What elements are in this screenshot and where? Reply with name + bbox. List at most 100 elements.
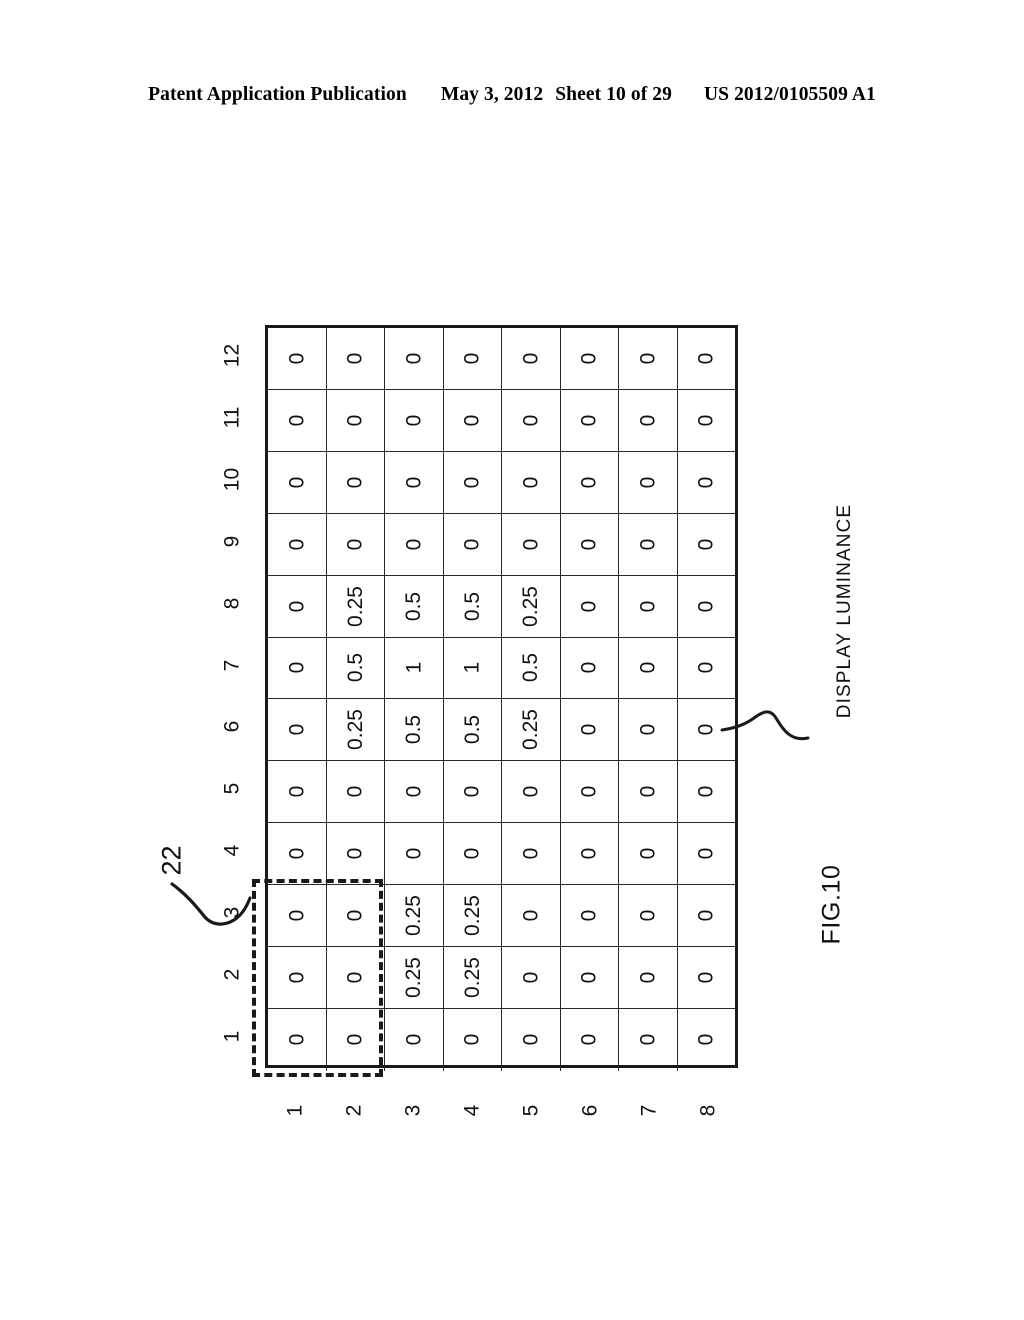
cell-value: 0.25 <box>519 709 543 751</box>
grid-cell: 0.5 <box>444 575 502 637</box>
grid-cell: 0 <box>502 885 561 947</box>
cell-value: 0 <box>519 847 543 860</box>
cell-value: 0 <box>636 724 660 736</box>
cell-value: 0 <box>402 414 426 427</box>
row-label-5: 5 <box>519 1104 543 1117</box>
cell-value: 0 <box>636 352 660 365</box>
grid-cell: 0 <box>444 1008 502 1071</box>
cell-value: 0 <box>636 971 660 984</box>
cell-value: 0 <box>519 1034 543 1046</box>
cell-value: 0 <box>285 352 309 365</box>
cell-value: 0 <box>577 971 601 984</box>
cell-value: 0 <box>577 352 601 365</box>
grid-cell: 0 <box>268 699 327 761</box>
cell-value: 0.5 <box>460 591 484 621</box>
grid-cell: 0 <box>385 513 444 575</box>
grid-cell: 0.25 <box>502 575 561 637</box>
cell-value: 0 <box>577 414 601 427</box>
cell-value: 0 <box>402 1034 426 1046</box>
grid-cell: 0 <box>561 637 619 699</box>
cell-value: 0 <box>694 909 718 922</box>
grid-cell: 0 <box>268 513 327 575</box>
grid-row: 0 0.25 0.5 0.5 0.25 0 0 0 <box>268 699 735 762</box>
cell-value: 0 <box>285 847 309 860</box>
column-label-1: 1 <box>220 1030 244 1043</box>
grid-cell: 0.25 <box>444 947 502 1008</box>
grid-cell: 0 <box>268 389 327 451</box>
cell-value: 0 <box>519 476 543 489</box>
grid-cell: 0 <box>619 761 678 823</box>
grid-cell: 0 <box>678 1009 736 1071</box>
grid-cell: 0 <box>385 1008 444 1071</box>
grid-cell: 0.5 <box>385 699 444 761</box>
grid-cell: 0 <box>502 947 561 1008</box>
grid-cell: 0 <box>385 328 444 389</box>
cell-value: 0 <box>577 476 601 489</box>
cell-value: 1 <box>402 662 426 674</box>
cell-value: 0.25 <box>343 709 367 751</box>
column-label-6: 6 <box>220 721 244 733</box>
grid-cell: 0 <box>561 885 619 947</box>
grid-cell: 0 <box>268 761 327 823</box>
cell-value: 0 <box>402 785 426 798</box>
grid-cell: 0 <box>502 823 561 885</box>
grid-cell: 0 <box>502 389 561 451</box>
grid-cell: 0.5 <box>385 575 444 637</box>
grid-row: 0 0 0 0 0 0 0 0 <box>268 823 735 886</box>
grid-cell: 0 <box>327 328 385 389</box>
cell-value: 0 <box>577 600 601 612</box>
cell-value: 0.5 <box>402 591 426 621</box>
cell-value: 0.5 <box>402 715 426 745</box>
grid-cell: 0 <box>327 761 385 823</box>
grid-cell: 0 <box>444 761 502 823</box>
grid-cell: 0 <box>385 823 444 885</box>
cell-value: 0 <box>460 1034 484 1046</box>
cell-value: 0.5 <box>460 715 484 745</box>
grid-cell: 0 <box>619 947 678 1008</box>
cell-value: 0 <box>694 600 718 612</box>
display-luminance-label: DISPLAY LUMINANCE <box>834 503 855 719</box>
cell-value: 0 <box>519 971 543 984</box>
grid-row: 0 0 0 0 0 0 0 0 <box>268 389 735 452</box>
grid-cell: 0.25 <box>385 885 444 947</box>
grid-cell: 0 <box>502 328 561 389</box>
grid-cell: 0 <box>678 576 736 637</box>
column-label-8: 8 <box>220 597 244 609</box>
cell-value: 0.5 <box>343 653 367 683</box>
grid-row: 0 0 0 0 0 0 0 0 <box>268 761 735 824</box>
grid-cell: 0 <box>385 451 444 513</box>
grid-cell: 0 <box>619 1008 678 1071</box>
grid-cell: 0 <box>619 823 678 885</box>
figure-caption: FIG.10 <box>817 864 846 945</box>
region-22-label: 22 <box>156 845 187 876</box>
grid-cell: 0.25 <box>327 575 385 637</box>
cell-value: 0 <box>460 847 484 860</box>
region-22-dashed-box <box>252 879 384 1077</box>
grid-cell: 0 <box>678 514 736 575</box>
grid-cell: 0 <box>678 328 736 389</box>
cell-value: 0 <box>636 847 660 860</box>
grid-cell: 0.25 <box>502 699 561 761</box>
grid-cell: 0.5 <box>502 637 561 699</box>
grid-cell: 0 <box>444 328 502 389</box>
grid-row: 0 0.5 1 1 0.5 0 0 0 <box>268 637 735 700</box>
cell-value: 0 <box>636 538 660 551</box>
grid-cell: 0.25 <box>327 699 385 761</box>
grid-cell: 0 <box>268 575 327 637</box>
grid-cell: 0 <box>561 451 619 513</box>
grid-cell: 0 <box>619 885 678 947</box>
grid-cell: 0 <box>678 885 736 946</box>
grid-cell: 0 <box>561 947 619 1008</box>
row-label-8: 8 <box>696 1104 720 1117</box>
cell-value: 0 <box>285 785 309 798</box>
grid-cell: 0 <box>327 823 385 885</box>
column-label-11: 11 <box>220 406 244 429</box>
cell-value: 0 <box>285 476 309 489</box>
cell-value: 0 <box>636 662 660 674</box>
cell-value: 0 <box>636 785 660 798</box>
grid-cell: 0 <box>444 389 502 451</box>
cell-value: 0 <box>694 847 718 860</box>
cell-value: 0 <box>460 785 484 798</box>
cell-value: 0 <box>285 724 309 736</box>
cell-value: 0 <box>285 414 309 427</box>
